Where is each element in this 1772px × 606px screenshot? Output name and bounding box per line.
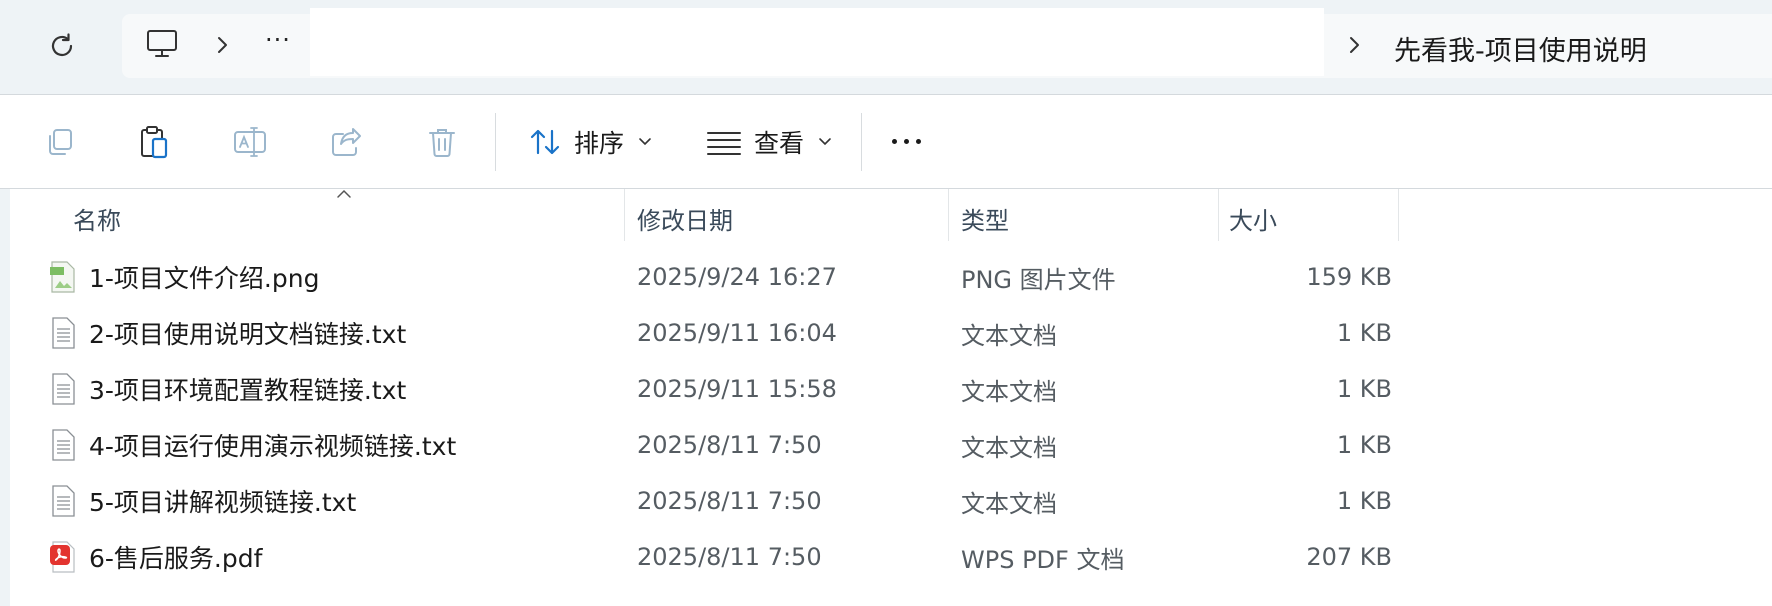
share-icon	[332, 127, 361, 156]
trash-icon	[429, 128, 455, 157]
file-name: 3-项目环境配置教程链接.txt	[89, 376, 407, 405]
file-size: 159 KB	[1306, 263, 1392, 291]
breadcrumb-overflow[interactable]: ···	[265, 26, 291, 54]
sort-ascending-caret-icon	[337, 189, 351, 198]
refresh-icon	[51, 33, 73, 57]
file-name: 2-项目使用说明文档链接.txt	[89, 320, 407, 349]
file-list: 名称 修改日期 类型 大小 1-项目文件介绍.png 2025/9/24 16:…	[0, 189, 1772, 606]
navigation-pane-edge	[0, 189, 10, 606]
rename-button[interactable]	[220, 95, 280, 188]
file-size: 207 KB	[1306, 543, 1392, 571]
text-file-icon	[52, 429, 75, 461]
file-modified: 2025/8/11 7:50	[637, 431, 822, 459]
file-name: 4-项目运行使用演示视频链接.txt	[89, 432, 457, 461]
refresh-button[interactable]	[40, 28, 84, 64]
more-dot	[892, 139, 897, 144]
share-button[interactable]	[316, 95, 376, 188]
file-type: 文本文档	[961, 433, 1057, 462]
view-button[interactable]: 查看	[706, 95, 832, 188]
delete-button[interactable]	[412, 95, 472, 188]
chevron-right-icon	[1350, 37, 1359, 53]
column-header-type[interactable]: 类型	[961, 189, 1009, 247]
sort-label: 排序	[574, 128, 625, 158]
breadcrumb-path-area[interactable]	[310, 8, 1324, 76]
address-bar: ··· 先看我-项目使用说明	[0, 0, 1772, 95]
file-row[interactable]: 5-项目讲解视频链接.txt 2025/8/11 7:50 文本文档 1 KB	[10, 473, 1400, 529]
column-header-size[interactable]: 大小	[1229, 189, 1277, 247]
file-row[interactable]: 6-售后服务.pdf 2025/8/11 7:50 WPS PDF 文档 207…	[10, 529, 1400, 585]
column-divider[interactable]	[1398, 189, 1399, 241]
chevron-down-icon	[819, 137, 831, 145]
file-modified: 2025/8/11 7:50	[637, 487, 822, 515]
file-type: 文本文档	[961, 377, 1057, 406]
file-modified: 2025/9/11 16:04	[637, 319, 837, 347]
column-divider[interactable]	[948, 189, 949, 241]
file-modified: 2025/9/11 15:58	[637, 375, 837, 403]
file-type: PNG 图片文件	[961, 265, 1116, 294]
file-size: 1 KB	[1336, 319, 1392, 347]
command-divider	[861, 113, 862, 171]
file-modified: 2025/9/24 16:27	[637, 263, 837, 291]
command-bar: 排序 查看	[0, 95, 1772, 189]
column-header-modified[interactable]: 修改日期	[637, 189, 733, 247]
breadcrumb-separator[interactable]	[1346, 34, 1362, 60]
file-row[interactable]: 4-项目运行使用演示视频链接.txt 2025/8/11 7:50 文本文档 1…	[10, 417, 1400, 473]
file-name: 6-售后服务.pdf	[89, 544, 263, 573]
more-options-button[interactable]	[892, 95, 921, 188]
file-size: 1 KB	[1336, 375, 1392, 403]
chevron-down-icon	[639, 137, 651, 145]
copy-icon	[49, 128, 72, 155]
png-file-icon	[50, 261, 75, 293]
more-dot	[904, 139, 909, 144]
text-file-icon	[52, 485, 75, 517]
file-row[interactable]: 1-项目文件介绍.png 2025/9/24 16:27 PNG 图片文件 15…	[10, 249, 1400, 305]
file-size: 1 KB	[1336, 431, 1392, 459]
breadcrumb-separator[interactable]	[214, 34, 230, 60]
sort-button[interactable]: 排序	[528, 95, 652, 188]
file-type: WPS PDF 文档	[961, 545, 1125, 574]
paste-button[interactable]	[124, 95, 184, 188]
chevron-right-icon	[218, 37, 227, 53]
text-file-icon	[52, 317, 75, 349]
file-type: 文本文档	[961, 321, 1057, 350]
file-row[interactable]: 2-项目使用说明文档链接.txt 2025/9/11 16:04 文本文档 1 …	[10, 305, 1400, 361]
list-view-icon	[707, 131, 741, 155]
column-divider[interactable]	[1218, 189, 1219, 241]
this-pc-crumb[interactable]	[145, 27, 179, 65]
file-name: 1-项目文件介绍.png	[89, 264, 320, 293]
command-divider	[495, 113, 496, 171]
file-type: 文本文档	[961, 489, 1057, 518]
text-file-icon	[52, 373, 75, 405]
breadcrumb-current-folder[interactable]: 先看我-项目使用说明	[1394, 29, 1647, 68]
sort-icon	[530, 129, 560, 154]
file-name: 5-项目讲解视频链接.txt	[89, 488, 357, 517]
paste-icon	[141, 125, 168, 158]
more-dot	[916, 139, 921, 144]
file-row[interactable]: 3-项目环境配置教程链接.txt 2025/9/11 15:58 文本文档 1 …	[10, 361, 1400, 417]
column-header-name[interactable]: 名称	[73, 189, 121, 247]
file-modified: 2025/8/11 7:50	[637, 543, 822, 571]
column-divider[interactable]	[624, 189, 625, 241]
rename-icon	[234, 126, 266, 157]
computer-icon	[147, 30, 177, 57]
pdf-file-icon	[50, 541, 75, 573]
file-size: 1 KB	[1336, 487, 1392, 515]
view-label: 查看	[754, 128, 805, 158]
copy-button[interactable]	[30, 95, 90, 188]
